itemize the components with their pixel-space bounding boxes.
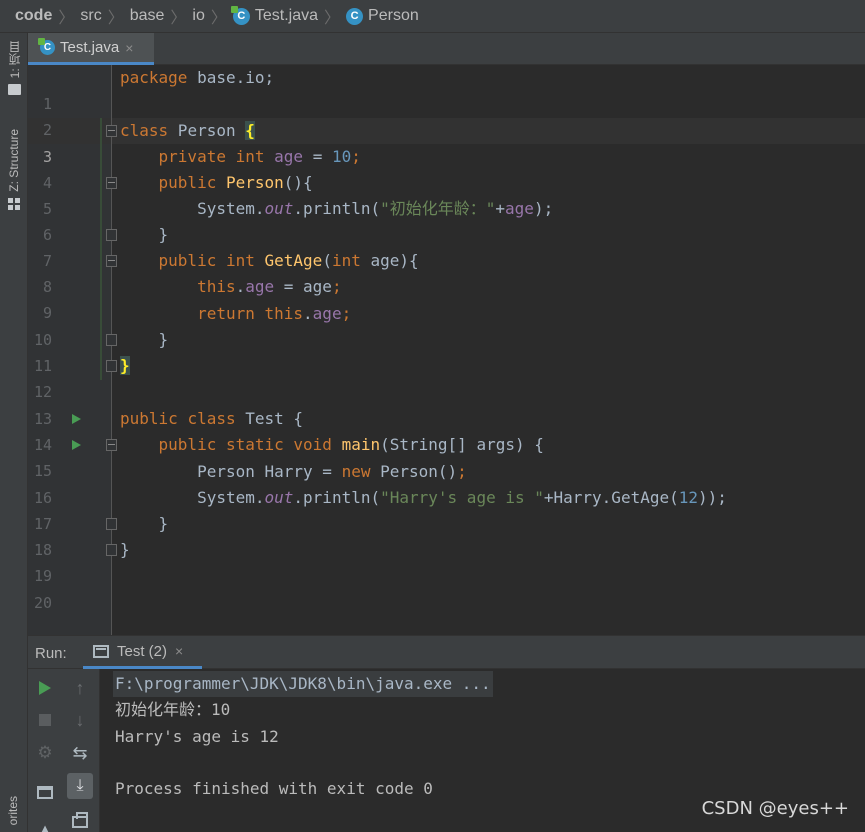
fold-toggle-icon[interactable] [106,125,117,137]
fold-end-icon[interactable] [106,360,117,372]
run-toolbar: ⚙ ▲ [28,669,61,832]
favorites-tool-tab[interactable]: orites [0,796,28,832]
print-icon [72,812,88,828]
class-icon: C [346,7,364,25]
fold-end-icon[interactable] [106,544,117,556]
arrow-up-icon: ↑ [75,678,85,698]
scroll-down-button[interactable]: ↓ [67,707,93,733]
close-icon[interactable]: × [125,40,133,56]
pin-icon: ▲ [36,820,54,832]
fold-toggle-icon[interactable] [106,177,117,189]
code-line: 8 public int GetAge(int age){ [28,248,865,296]
soft-wrap-icon: ⇆ [72,742,88,763]
breadcrumb-item-person[interactable]: C Person [346,7,419,25]
code-line: 19 } [28,537,865,585]
breadcrumb: code 〉 src 〉 base 〉 io 〉 C Test.java 〉 C… [0,0,865,33]
code-line: 2 [28,91,865,139]
structure-icon [8,197,20,210]
breadcrumb-item-test-java[interactable]: C Test.java [230,5,319,25]
chevron-right-icon: 〉 [210,10,227,27]
scroll-up-button[interactable]: ↑ [67,675,93,701]
chevron-right-icon: 〉 [58,10,75,27]
play-icon [39,681,51,695]
pin-button[interactable]: ▲ [32,817,58,832]
code-line: 12 } [28,353,865,401]
code-editor[interactable]: 1 package base.io; 2 3 class Person { 4 … [28,65,865,635]
code-line: 14 public class Test { [28,406,865,454]
breadcrumb-item-src[interactable]: src [80,7,101,25]
structure-tool-tab[interactable]: Z: Structure [3,129,25,210]
code-line: 15 public static void main(String[] args… [28,432,865,480]
fold-end-icon[interactable] [106,229,117,241]
breadcrumb-item-label: Test.java [254,7,319,24]
run-tab-label: Test (2) [117,642,168,660]
breadcrumb-item-label: Person [368,7,419,24]
console-line: 初始化年龄：10 [115,700,231,719]
stop-icon [39,714,51,726]
folder-icon [7,84,21,96]
code-line: 6 System.out.println("初始化年龄："+age); [28,196,865,244]
code-line: 3 class Person { [28,118,865,166]
print-button[interactable] [67,809,93,832]
code-line: 7 } [28,222,865,270]
fold-end-icon[interactable] [106,334,117,346]
console-toolbar: ↑ ↓ ⇆ ⤓ [61,669,100,832]
code-line: 20 [28,564,865,612]
structure-tool-tab-label: Z: Structure [7,129,21,192]
fold-toggle-icon[interactable] [106,439,117,451]
gear-icon: ⚙ [37,743,53,762]
favorites-tool-tab-label: orites [6,796,20,826]
editor-tab-bar: C Test.java × [28,33,865,65]
stop-button[interactable] [32,707,58,733]
chevron-right-icon: 〉 [107,10,124,27]
settings-button[interactable]: ⚙ [32,740,58,766]
fold-end-icon[interactable] [106,518,117,530]
line-number: 20 [33,594,52,612]
console-icon [93,644,109,658]
breadcrumb-item-io[interactable]: io [192,7,204,25]
code-line: 17 System.out.println("Harry's age is "+… [28,485,865,533]
layout-icon [37,785,53,799]
run-gutter-icon[interactable] [72,414,81,424]
chevron-right-icon: 〉 [324,10,341,27]
code-line: 5 public Person(){ [28,170,865,218]
layout-button[interactable] [32,779,58,805]
chevron-right-icon: 〉 [170,10,187,27]
soft-wrap-button[interactable]: ⇆ [67,740,93,766]
watermark: CSDN @eyes++ [701,798,849,819]
fold-toggle-icon[interactable] [106,255,117,267]
breadcrumb-item-code[interactable]: code [15,7,52,25]
code-line: 16 Person Harry = new Person(); [28,459,865,507]
tab-label: Test.java [60,39,120,56]
code-line: 1 package base.io; [28,65,865,113]
console-line: F:\programmer\JDK\JDK8\bin\java.exe ... [113,671,493,697]
code-line: 10 return this.age; [28,301,865,349]
project-tool-tab[interactable]: 1: 项目 [3,41,25,96]
run-gutter-icon[interactable] [72,440,81,450]
code-line: 11 } [28,327,865,375]
code-line: 13 [28,380,865,428]
run-panel-label: Run: [35,645,67,662]
code-line: 9 this.age = age; [28,274,865,322]
java-class-icon: C [38,38,55,55]
run-tab-test[interactable]: Test (2) × [83,636,202,669]
tab-test-java[interactable]: C Test.java × [28,33,154,65]
run-panel-header: Run: Test (2) × [28,635,865,669]
scroll-to-end-icon: ⤓ [76,777,84,794]
arrow-down-icon: ↓ [75,710,85,730]
code-line: 18 } [28,511,865,559]
console-line: Harry's age is 12 [115,727,279,746]
console-line: Process finished with exit code 0 [115,779,433,798]
code-line: 4 private int age = 10; [28,144,865,192]
rerun-button[interactable] [32,675,58,701]
breadcrumb-item-base[interactable]: base [130,7,165,25]
project-tool-tab-label: 1: 项目 [7,41,22,79]
close-icon[interactable]: × [175,643,183,659]
scroll-to-end-button[interactable]: ⤓ [67,773,93,799]
left-tool-strip: 1: 项目 Z: Structure [0,33,28,832]
java-class-icon: C [230,5,250,25]
